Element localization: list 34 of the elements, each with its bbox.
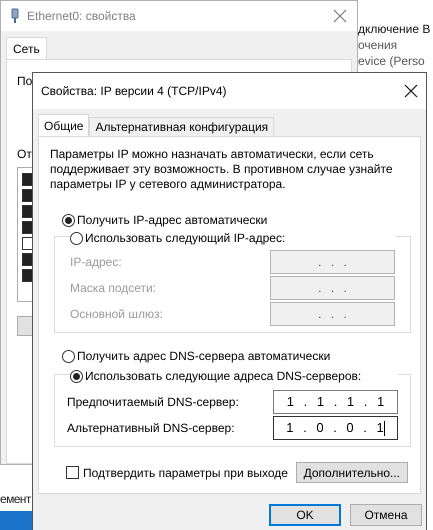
field-label: Предпочитаемый DNS-сервер: xyxy=(67,394,239,411)
checkbox[interactable] xyxy=(22,221,33,234)
checkbox[interactable] xyxy=(22,173,33,186)
field-label: Основной шлюз: xyxy=(70,306,163,323)
dialog-button[interactable]: OK xyxy=(269,504,341,526)
field-label: IP-адрес: xyxy=(70,254,122,271)
field-label: Маска подсети: xyxy=(70,280,156,297)
checkbox[interactable] xyxy=(22,269,33,282)
section-label: От xyxy=(17,146,32,163)
tab[interactable]: Сеть xyxy=(6,37,47,59)
dialog-button[interactable]: Отмена xyxy=(350,504,422,526)
tab[interactable]: Альтернативная конфигурация xyxy=(89,117,274,136)
checkbox[interactable] xyxy=(22,189,33,202)
validate-checkbox[interactable]: Подтвердить параметры при выходе xyxy=(66,464,288,482)
radio-option[interactable]: Использовать следующие адреса DNS-серверов: xyxy=(70,367,398,385)
radio-option[interactable]: Использовать следующий IP-адрес: xyxy=(70,229,395,247)
dialog-title: Свойства: IP версии 4 (TCP/IPv4) xyxy=(41,83,228,100)
tab[interactable]: Общие xyxy=(38,114,90,136)
checkbox[interactable] xyxy=(22,237,33,250)
description-text: Параметры IP можно назначать автоматически, если сеть поддерживает эту возможность. В противном случае узнайте параметры IP у сетевого администратора. xyxy=(50,147,394,192)
explorer-text: очения xyxy=(358,37,398,53)
advanced-button[interactable]: Дополнительно... xyxy=(296,462,408,483)
status-text: емент xyxy=(0,491,31,508)
window-title: Ethernet0: свойства xyxy=(27,8,137,25)
network-adapter-icon xyxy=(11,8,19,24)
ip-address-field[interactable]: 1 . 1 . 1 . 1 xyxy=(273,390,398,414)
field-label: Альтернативный DNS-сервер: xyxy=(67,420,235,437)
checkbox[interactable] xyxy=(22,253,33,266)
ip-address-field[interactable]: 1 . 0 . 0 . 1 xyxy=(273,416,398,440)
explorer-text: evice (Perso xyxy=(358,53,426,69)
explorer-text: дключение В xyxy=(358,21,430,37)
section-label: По xyxy=(17,73,32,90)
close-icon[interactable] xyxy=(404,84,418,98)
checkbox[interactable] xyxy=(22,205,33,218)
